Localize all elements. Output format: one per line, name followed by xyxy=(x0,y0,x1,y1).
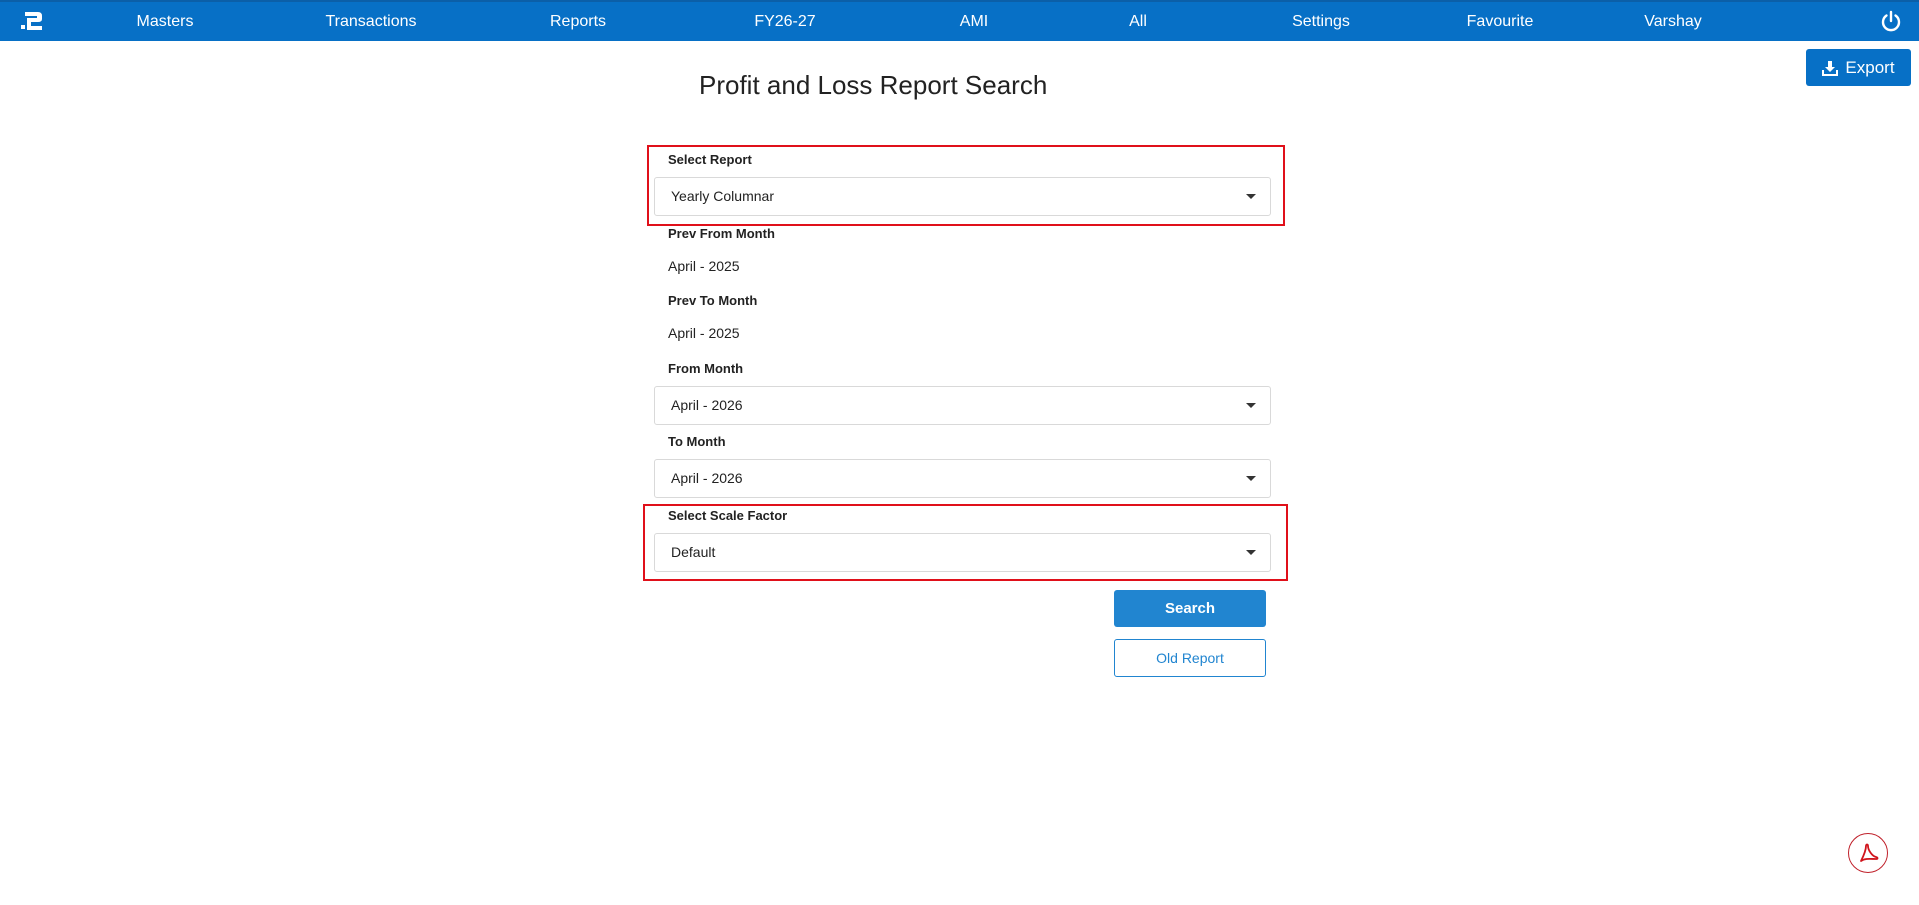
nav-transactions[interactable]: Transactions xyxy=(326,2,417,41)
caret-down-icon xyxy=(1246,403,1256,408)
prev-from-month-value: April - 2025 xyxy=(668,258,740,274)
search-button[interactable]: Search xyxy=(1114,590,1266,627)
scale-factor-label: Select Scale Factor xyxy=(668,508,788,523)
top-navbar: Masters Transactions Reports FY26-27 AMI… xyxy=(0,0,1919,41)
scale-factor-dropdown[interactable]: Default xyxy=(654,533,1271,572)
app-logo-icon[interactable] xyxy=(20,10,44,32)
nav-settings[interactable]: Settings xyxy=(1292,2,1350,41)
nav-all[interactable]: All xyxy=(1129,2,1147,41)
nav-masters[interactable]: Masters xyxy=(137,2,194,41)
pdf-button[interactable] xyxy=(1848,833,1888,873)
power-icon[interactable] xyxy=(1880,10,1902,32)
old-report-button[interactable]: Old Report xyxy=(1114,639,1266,677)
nav-user-varshay[interactable]: Varshay xyxy=(1644,2,1702,41)
export-label: Export xyxy=(1845,57,1895,77)
caret-down-icon xyxy=(1246,550,1256,555)
select-report-label: Select Report xyxy=(668,152,752,167)
to-month-dropdown[interactable]: April - 2026 xyxy=(654,459,1271,498)
nav-favourite[interactable]: Favourite xyxy=(1467,2,1534,41)
nav-ami[interactable]: AMI xyxy=(960,2,988,41)
nav-reports[interactable]: Reports xyxy=(550,2,606,41)
export-button[interactable]: Export xyxy=(1806,49,1911,86)
page-title: Profit and Loss Report Search xyxy=(699,70,1048,100)
nav-fy26-27[interactable]: FY26-27 xyxy=(754,2,815,41)
select-report-dropdown[interactable]: Yearly Columnar xyxy=(654,177,1271,216)
select-report-value: Yearly Columnar xyxy=(671,188,774,204)
from-month-label: From Month xyxy=(668,361,744,376)
to-month-value: April - 2026 xyxy=(671,470,743,486)
caret-down-icon xyxy=(1246,476,1256,481)
caret-down-icon xyxy=(1246,194,1256,199)
pdf-icon xyxy=(1860,843,1879,862)
from-month-dropdown[interactable]: April - 2026 xyxy=(654,386,1271,425)
from-month-value: April - 2026 xyxy=(671,397,743,413)
to-month-label: To Month xyxy=(668,434,726,449)
scale-factor-value: Default xyxy=(671,544,716,560)
prev-to-month-value: April - 2025 xyxy=(668,325,740,341)
download-icon xyxy=(1822,60,1839,76)
prev-to-month-label: Prev To Month xyxy=(668,293,758,308)
prev-from-month-label: Prev From Month xyxy=(668,226,775,241)
